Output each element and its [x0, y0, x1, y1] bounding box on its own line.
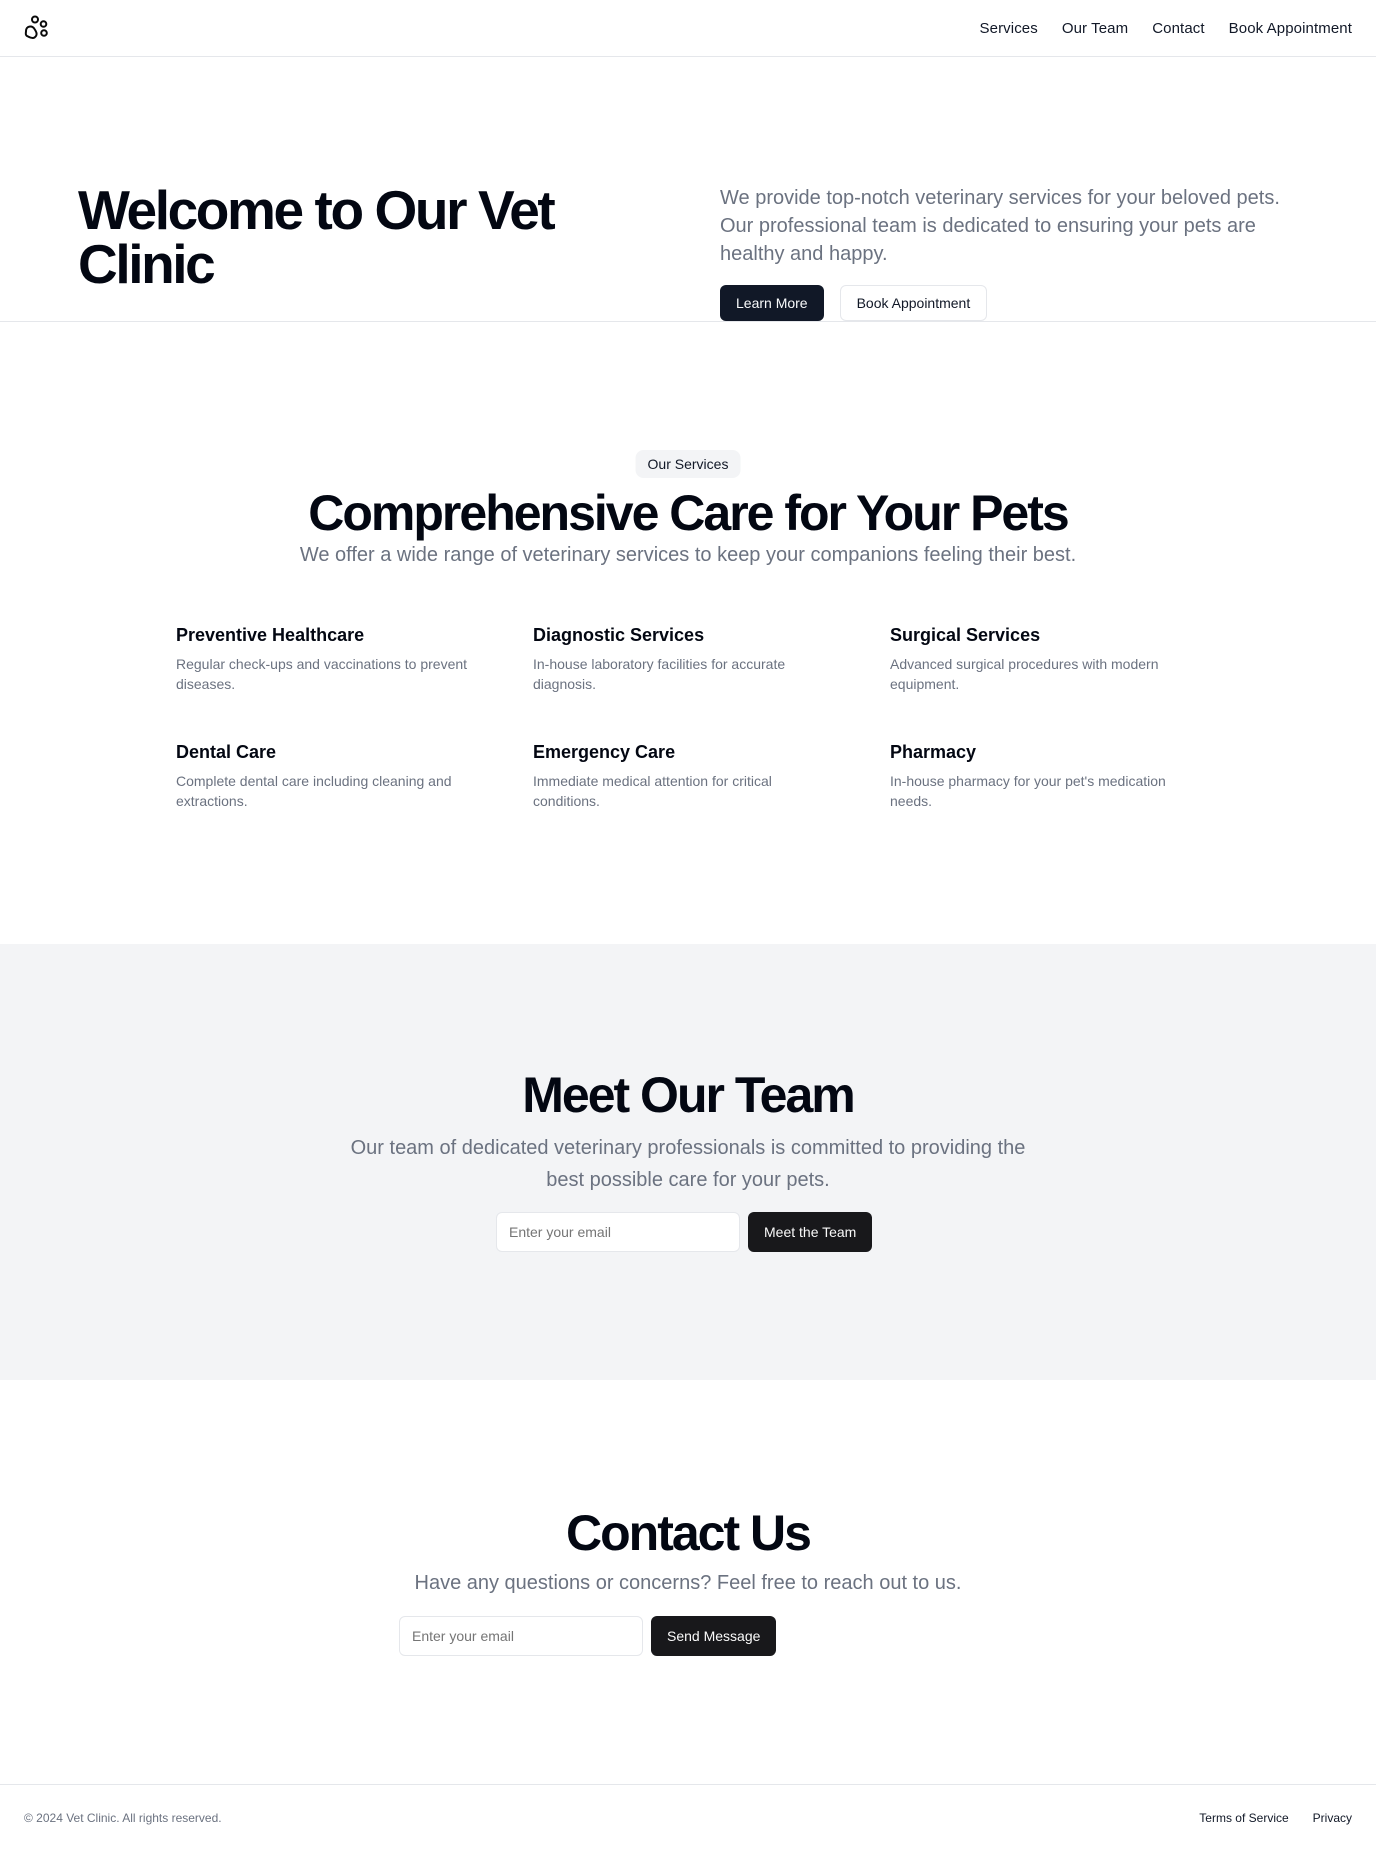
nav-book-appointment[interactable]: Book Appointment: [1229, 20, 1352, 37]
service-description: Immediate medical attention for critical…: [533, 773, 772, 809]
main-nav: Services Our Team Contact Book Appointme…: [980, 0, 1352, 56]
hero-actions: Learn More Book Appointment: [720, 285, 988, 321]
service-title: Diagnostic Services: [533, 625, 705, 645]
service-card: Dental Care Complete dental care includi…: [176, 742, 533, 811]
contact-email-input[interactable]: [399, 1616, 643, 1656]
team-title: Meet Our Team: [522, 1067, 856, 1123]
services-section: Our Services Comprehensive Care for Your…: [0, 322, 1376, 944]
service-description: Regular check-ups and vaccinations to pr…: [176, 656, 468, 692]
hero-section: Welcome to Our Vet Clinic We provide top…: [0, 57, 1376, 322]
meet-the-team-button[interactable]: Meet the Team: [748, 1212, 873, 1252]
service-description: In-house laboratory facilities for accur…: [533, 656, 786, 692]
team-email-input[interactable]: [496, 1212, 740, 1252]
service-card: Diagnostic Services In-house laboratory …: [533, 625, 890, 694]
team-form: Meet the Team: [496, 1212, 873, 1252]
service-card: Emergency Care Immediate medical attenti…: [533, 742, 890, 811]
service-title: Pharmacy: [890, 742, 977, 762]
service-title: Emergency Care: [533, 742, 676, 762]
service-description: Advanced surgical procedures with modern…: [890, 656, 1159, 692]
services-subtitle: We offer a wide range of veterinary serv…: [299, 544, 1077, 566]
services-grid: Preventive Healthcare Regular check-ups …: [176, 625, 1200, 811]
contact-form: Send Message: [399, 1616, 777, 1656]
hero-title: Welcome to Our Vet Clinic: [78, 179, 556, 295]
hero-description: We provide top-notch veterinary services…: [720, 187, 1280, 265]
contact-subtitle: Have any questions or concerns? Feel fre…: [414, 1572, 962, 1594]
site-header: Services Our Team Contact Book Appointme…: [0, 0, 1376, 57]
book-appointment-button[interactable]: Book Appointment: [839, 285, 988, 321]
service-card: Pharmacy In-house pharmacy for your pet'…: [890, 742, 1200, 811]
services-badge: Our Services: [635, 450, 741, 478]
site-footer: © 2024 Vet Clinic. All rights reserved. …: [0, 1784, 1376, 1849]
terms-link[interactable]: Terms of Service: [1199, 1811, 1288, 1825]
service-title: Dental Care: [176, 742, 277, 762]
footer-nav: Terms of Service Privacy: [1199, 1811, 1352, 1825]
learn-more-button[interactable]: Learn More: [720, 285, 824, 321]
nav-our-team[interactable]: Our Team: [1062, 20, 1128, 37]
send-message-button[interactable]: Send Message: [651, 1616, 777, 1656]
paw-icon: [24, 15, 48, 40]
service-description: In-house pharmacy for your pet's medicat…: [890, 773, 1166, 809]
service-title: Preventive Healthcare: [176, 625, 365, 645]
service-card: Surgical Services Advanced surgical proc…: [890, 625, 1200, 694]
nav-contact[interactable]: Contact: [1152, 20, 1204, 37]
team-subtitle: Our team of dedicated veterinary profess…: [350, 1137, 1026, 1191]
copyright-text: © 2024 Vet Clinic. All rights reserved.: [24, 1811, 222, 1825]
contact-title: Contact Us: [566, 1505, 812, 1561]
nav-services[interactable]: Services: [980, 20, 1038, 37]
team-section: Meet Our Team Our team of dedicated vete…: [0, 944, 1376, 1380]
service-card: Preventive Healthcare Regular check-ups …: [176, 625, 533, 694]
service-description: Complete dental care including cleaning …: [176, 773, 452, 809]
privacy-link[interactable]: Privacy: [1313, 1811, 1352, 1825]
services-title: Comprehensive Care for Your Pets: [308, 485, 1069, 541]
contact-section: Contact Us Have any questions or concern…: [0, 1380, 1376, 1785]
service-title: Surgical Services: [890, 625, 1041, 645]
